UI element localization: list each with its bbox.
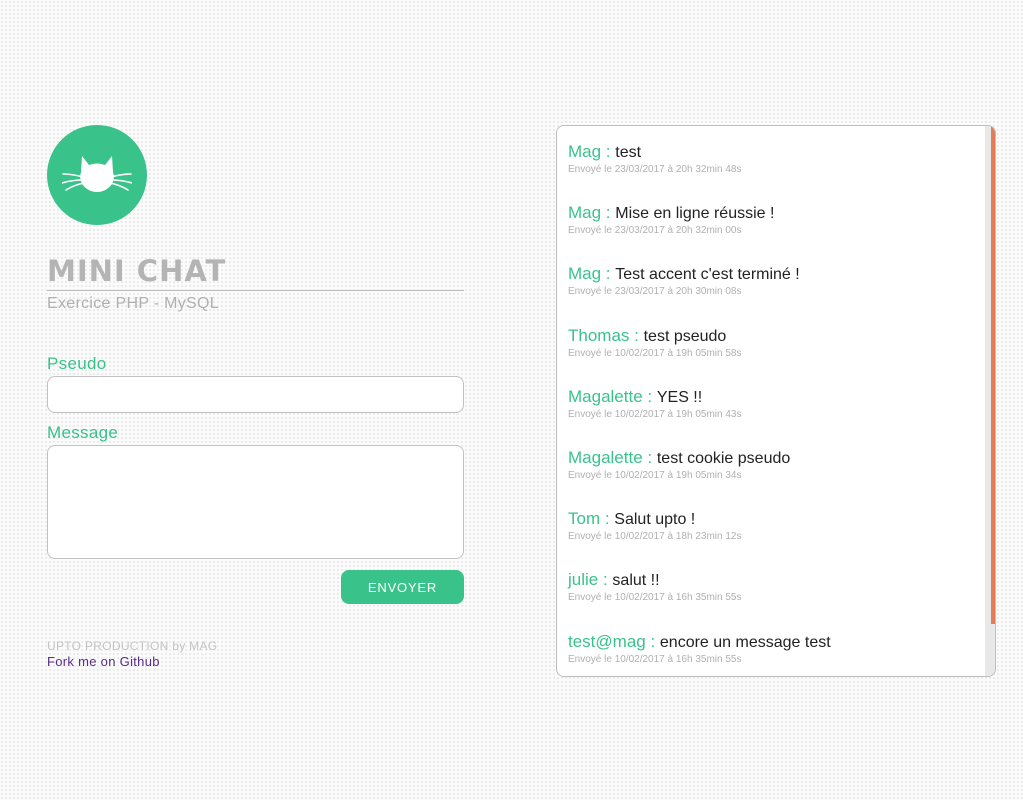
list-item: test@mag : encore un message test Envoyé…	[568, 632, 975, 677]
list-item: Thomas : test pseudo Envoyé le 10/02/201…	[568, 326, 975, 387]
message-line: Mag : Test accent c'est terminé !	[568, 264, 975, 285]
list-item: Mag : test Envoyé le 23/03/2017 à 20h 32…	[568, 142, 975, 203]
message-text: Salut upto !	[614, 511, 696, 529]
cat-icon	[62, 156, 132, 192]
message-separator: :	[642, 447, 657, 467]
message-line: Thomas : test pseudo	[568, 326, 975, 347]
list-item: Magalette : test cookie pseudo Envoyé le…	[568, 448, 975, 509]
message-line: test@mag : encore un message test	[568, 632, 975, 653]
message-author: test@mag	[568, 631, 646, 651]
message-line: Mag : Mise en ligne réussie !	[568, 203, 975, 224]
message-separator: :	[629, 325, 644, 345]
send-button[interactable]: ENVOYER	[341, 570, 464, 604]
message-text: encore un message test	[659, 633, 831, 651]
message-text: YES !!	[656, 388, 703, 406]
message-line: julie : salut !!	[568, 570, 975, 591]
message-list: Mag : test Envoyé le 23/03/2017 à 20h 32…	[568, 142, 975, 677]
page-subtitle: Exercice PHP - MySQL	[47, 295, 219, 312]
github-link[interactable]: Fork me on Github	[47, 654, 464, 669]
message-text: Mise en ligne réussie !	[615, 205, 775, 223]
message-date: Envoyé le 10/02/2017 à 19h 05min 58s	[568, 347, 742, 359]
message-label: Message	[47, 423, 119, 442]
message-separator: :	[642, 386, 657, 406]
pseudo-input[interactable]	[47, 376, 464, 413]
message-date: Envoyé le 10/02/2017 à 16h 35min 55s	[568, 653, 742, 665]
message-date: Envoyé le 23/03/2017 à 20h 30min 08s	[568, 286, 742, 298]
message-author: Magalette	[568, 386, 643, 406]
message-author: Mag	[568, 203, 602, 223]
list-item: Magalette : YES !! Envoyé le 10/02/2017 …	[568, 387, 975, 448]
message-separator: :	[601, 203, 616, 223]
message-separator: :	[601, 142, 616, 161]
chat-form-panel: MINI CHAT Exercice PHP - MySQL Pseudo Me…	[47, 125, 464, 669]
message-line: Tom : Salut upto !	[568, 509, 975, 530]
scrollbar-thumb[interactable]	[991, 126, 995, 624]
message-author: julie	[568, 570, 599, 590]
list-item: julie : salut !! Envoyé le 10/02/2017 à …	[568, 570, 975, 631]
logo	[47, 125, 147, 225]
page-title: MINI CHAT	[47, 255, 464, 291]
pseudo-label: Pseudo	[47, 354, 107, 373]
list-item: Mag : Mise en ligne réussie ! Envoyé le …	[568, 203, 975, 264]
message-text: test	[615, 144, 642, 161]
message-separator: :	[598, 570, 613, 590]
message-text: test cookie pseudo	[656, 449, 791, 467]
message-date: Envoyé le 10/02/2017 à 18h 23min 12s	[568, 531, 742, 543]
message-author: Thomas	[568, 325, 630, 345]
footer: UPTO PRODUCTION by MAG Fork me on Github	[47, 639, 464, 669]
message-date: Envoyé le 10/02/2017 à 19h 05min 43s	[568, 408, 742, 420]
message-separator: :	[600, 509, 615, 529]
message-author: Tom	[568, 509, 601, 529]
message-line: Magalette : test cookie pseudo	[568, 448, 975, 469]
list-item: Tom : Salut upto ! Envoyé le 10/02/2017 …	[568, 509, 975, 570]
message-separator: :	[601, 264, 616, 284]
credit-text: UPTO PRODUCTION by MAG	[47, 639, 218, 653]
message-author: Magalette	[568, 447, 643, 467]
message-separator: :	[645, 631, 660, 651]
chat-messages-panel[interactable]: Mag : test Envoyé le 23/03/2017 à 20h 32…	[556, 125, 996, 677]
message-author: Mag	[568, 142, 602, 161]
list-item: Mag : Test accent c'est terminé ! Envoyé…	[568, 264, 975, 325]
message-text: test pseudo	[643, 327, 727, 345]
message-textarea[interactable]	[47, 445, 464, 559]
message-line: Magalette : YES !!	[568, 387, 975, 408]
message-line: Mag : test	[568, 142, 975, 163]
message-author: Mag	[568, 264, 602, 284]
message-text: salut !!	[612, 572, 660, 590]
scrollbar-track[interactable]	[985, 126, 995, 676]
send-row: ENVOYER	[47, 570, 464, 604]
message-date: Envoyé le 23/03/2017 à 20h 32min 00s	[568, 225, 742, 237]
message-date: Envoyé le 10/02/2017 à 16h 35min 55s	[568, 592, 742, 604]
message-text: Test accent c'est terminé !	[615, 266, 800, 284]
message-date: Envoyé le 10/02/2017 à 19h 05min 34s	[568, 469, 742, 481]
message-date: Envoyé le 23/03/2017 à 20h 32min 48s	[568, 164, 742, 175]
